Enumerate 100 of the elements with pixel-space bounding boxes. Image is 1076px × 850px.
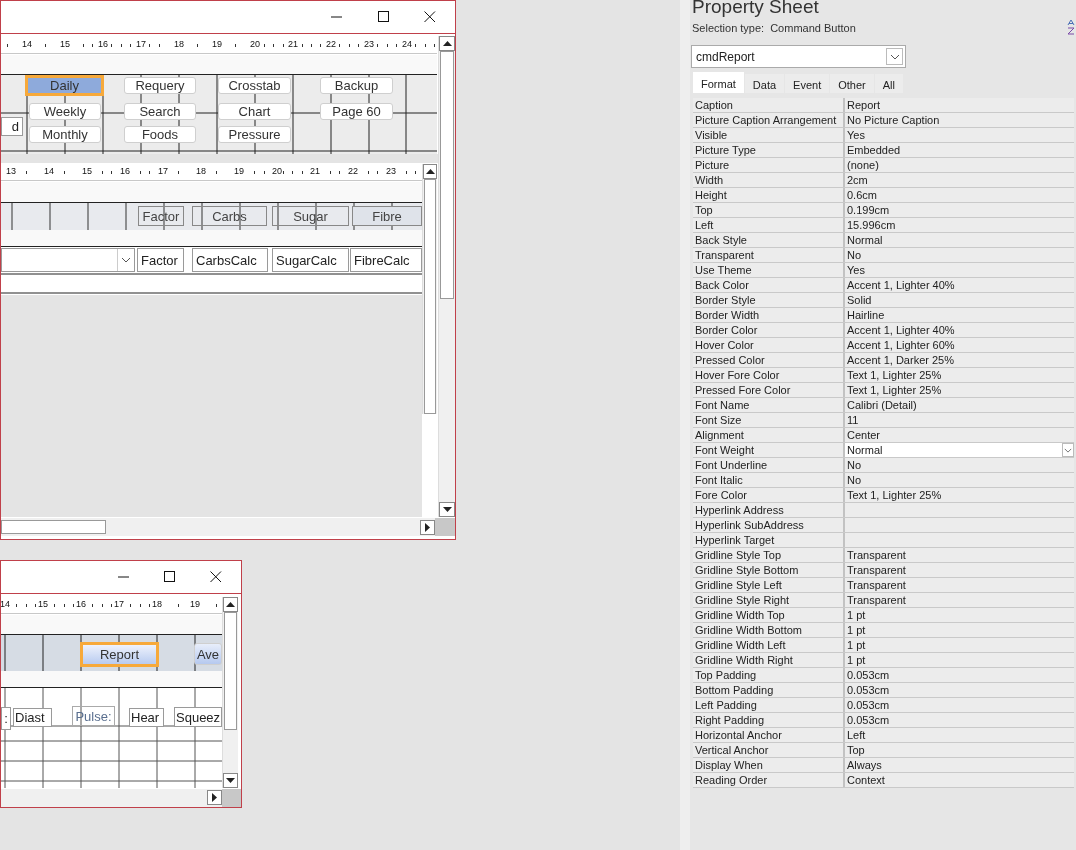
scroll-up-button[interactable]: [439, 36, 455, 51]
text-box[interactable]: Hear: [129, 708, 164, 727]
property-name[interactable]: Font Name: [693, 398, 845, 412]
property-value[interactable]: 1 pt: [845, 608, 1074, 622]
triangle-down-icon[interactable]: [442, 507, 452, 512]
property-name[interactable]: Gridline Width Top: [693, 608, 845, 622]
tab[interactable]: Event: [785, 74, 830, 93]
property-name[interactable]: Pressed Color: [693, 353, 845, 367]
property-value[interactable]: Transparent: [845, 563, 1074, 577]
vertical-scrollbar[interactable]: [438, 36, 455, 517]
property-value[interactable]: Accent 1, Darker 25%: [845, 353, 1074, 367]
property-name[interactable]: Transparent: [693, 248, 845, 262]
maximize-icon[interactable]: [164, 571, 176, 583]
property-name[interactable]: Font Size: [693, 413, 845, 427]
property-value[interactable]: No: [845, 248, 1074, 262]
property-value[interactable]: Transparent: [845, 548, 1074, 562]
scroll-down-button[interactable]: [439, 502, 455, 517]
property-value[interactable]: 11: [845, 413, 1074, 427]
command-button[interactable]: Page 60: [320, 103, 393, 120]
property-value[interactable]: 15.996cm: [845, 218, 1074, 232]
property-name[interactable]: Font Italic: [693, 473, 845, 487]
property-name[interactable]: Gridline Style Bottom: [693, 563, 845, 577]
command-button[interactable]: Ave: [194, 643, 222, 665]
field-label[interactable]: Pulse:: [72, 706, 115, 726]
tab[interactable]: Format: [693, 72, 744, 93]
property-name[interactable]: Height: [693, 188, 845, 202]
property-name[interactable]: Border Style: [693, 293, 845, 307]
property-value[interactable]: Text 1, Lighter 25%: [845, 383, 1074, 397]
property-name[interactable]: Hyperlink Address: [693, 503, 845, 517]
property-value[interactable]: Left: [845, 728, 1074, 742]
text-box[interactable]: Diast: [13, 708, 52, 727]
text-box[interactable]: :: [1, 707, 11, 730]
object-dropdown[interactable]: cmdReport: [691, 45, 906, 68]
property-name[interactable]: Gridline Style Top: [693, 548, 845, 562]
field-label[interactable]: Factor: [138, 206, 184, 226]
scroll-right-button[interactable]: [207, 790, 222, 805]
dropdown-icon[interactable]: [1062, 443, 1074, 457]
property-name[interactable]: Right Padding: [693, 713, 845, 727]
command-button[interactable]: Weekly: [29, 103, 101, 120]
command-button[interactable]: Monthly: [29, 126, 101, 143]
property-name[interactable]: Gridline Width Left: [693, 638, 845, 652]
property-name[interactable]: Border Color: [693, 323, 845, 337]
tab[interactable]: Other: [830, 74, 874, 93]
property-name[interactable]: Gridline Width Bottom: [693, 623, 845, 637]
property-value[interactable]: Always: [845, 758, 1074, 772]
scrollbar-thumb[interactable]: [1, 520, 106, 534]
property-value[interactable]: 0.053cm: [845, 683, 1074, 697]
scrollbar-thumb[interactable]: [424, 179, 436, 414]
property-name[interactable]: Reading Order: [693, 773, 845, 787]
property-value[interactable]: Top: [845, 743, 1074, 757]
scrollbar-thumb[interactable]: [224, 612, 237, 730]
triangle-right-icon[interactable]: [425, 523, 430, 532]
command-button[interactable]: Pressure: [218, 126, 291, 143]
triangle-up-icon[interactable]: [226, 602, 235, 607]
property-value[interactable]: (none): [845, 158, 1074, 172]
property-value[interactable]: Transparent: [845, 578, 1074, 592]
vertical-scrollbar[interactable]: [222, 597, 238, 788]
property-name[interactable]: Width: [693, 173, 845, 187]
property-name[interactable]: Top: [693, 203, 845, 217]
property-name[interactable]: Caption: [693, 98, 845, 112]
text-box[interactable]: d: [1, 117, 23, 136]
property-value[interactable]: Text 1, Lighter 25%: [845, 368, 1074, 382]
property-name[interactable]: Fore Color: [693, 488, 845, 502]
property-name[interactable]: Gridline Style Right: [693, 593, 845, 607]
property-value[interactable]: Yes: [845, 263, 1074, 277]
command-button[interactable]: Foods: [124, 126, 196, 143]
property-name[interactable]: Hyperlink SubAddress: [693, 518, 845, 532]
property-name[interactable]: Gridline Width Right: [693, 653, 845, 667]
command-button[interactable]: Chart: [218, 103, 291, 120]
scroll-down-button[interactable]: [223, 773, 238, 788]
property-value[interactable]: 0.053cm: [845, 698, 1074, 712]
command-button[interactable]: Search: [124, 103, 196, 120]
property-name[interactable]: Picture: [693, 158, 845, 172]
property-value[interactable]: Normal: [845, 443, 1074, 457]
property-value[interactable]: Center: [845, 428, 1074, 442]
property-value[interactable]: 0.199cm: [845, 203, 1074, 217]
property-value[interactable]: Text 1, Lighter 25%: [845, 488, 1074, 502]
property-value[interactable]: No Picture Caption: [845, 113, 1074, 127]
property-value[interactable]: Accent 1, Lighter 60%: [845, 338, 1074, 352]
property-name[interactable]: Picture Caption Arrangement: [693, 113, 845, 127]
text-box[interactable]: FibreCalc: [350, 248, 422, 272]
property-value[interactable]: No: [845, 458, 1074, 472]
property-value[interactable]: 2cm: [845, 173, 1074, 187]
property-name[interactable]: Top Padding: [693, 668, 845, 682]
triangle-up-icon[interactable]: [425, 169, 435, 174]
property-value[interactable]: 1 pt: [845, 653, 1074, 667]
property-name[interactable]: Picture Type: [693, 143, 845, 157]
horizontal-scrollbar[interactable]: [1, 518, 435, 536]
scroll-up-button[interactable]: [223, 597, 238, 612]
property-value[interactable]: Hairline: [845, 308, 1074, 322]
sort-icon[interactable]: [1067, 19, 1075, 37]
command-button[interactable]: Requery: [124, 77, 196, 94]
property-name[interactable]: Alignment: [693, 428, 845, 442]
field-label[interactable]: Fibre: [352, 206, 422, 226]
property-value[interactable]: No: [845, 473, 1074, 487]
property-name[interactable]: Vertical Anchor: [693, 743, 845, 757]
scroll-right-button[interactable]: [420, 520, 435, 535]
property-name[interactable]: Back Style: [693, 233, 845, 247]
property-value[interactable]: Yes: [845, 128, 1074, 142]
property-value[interactable]: Calibri (Detail): [845, 398, 1074, 412]
